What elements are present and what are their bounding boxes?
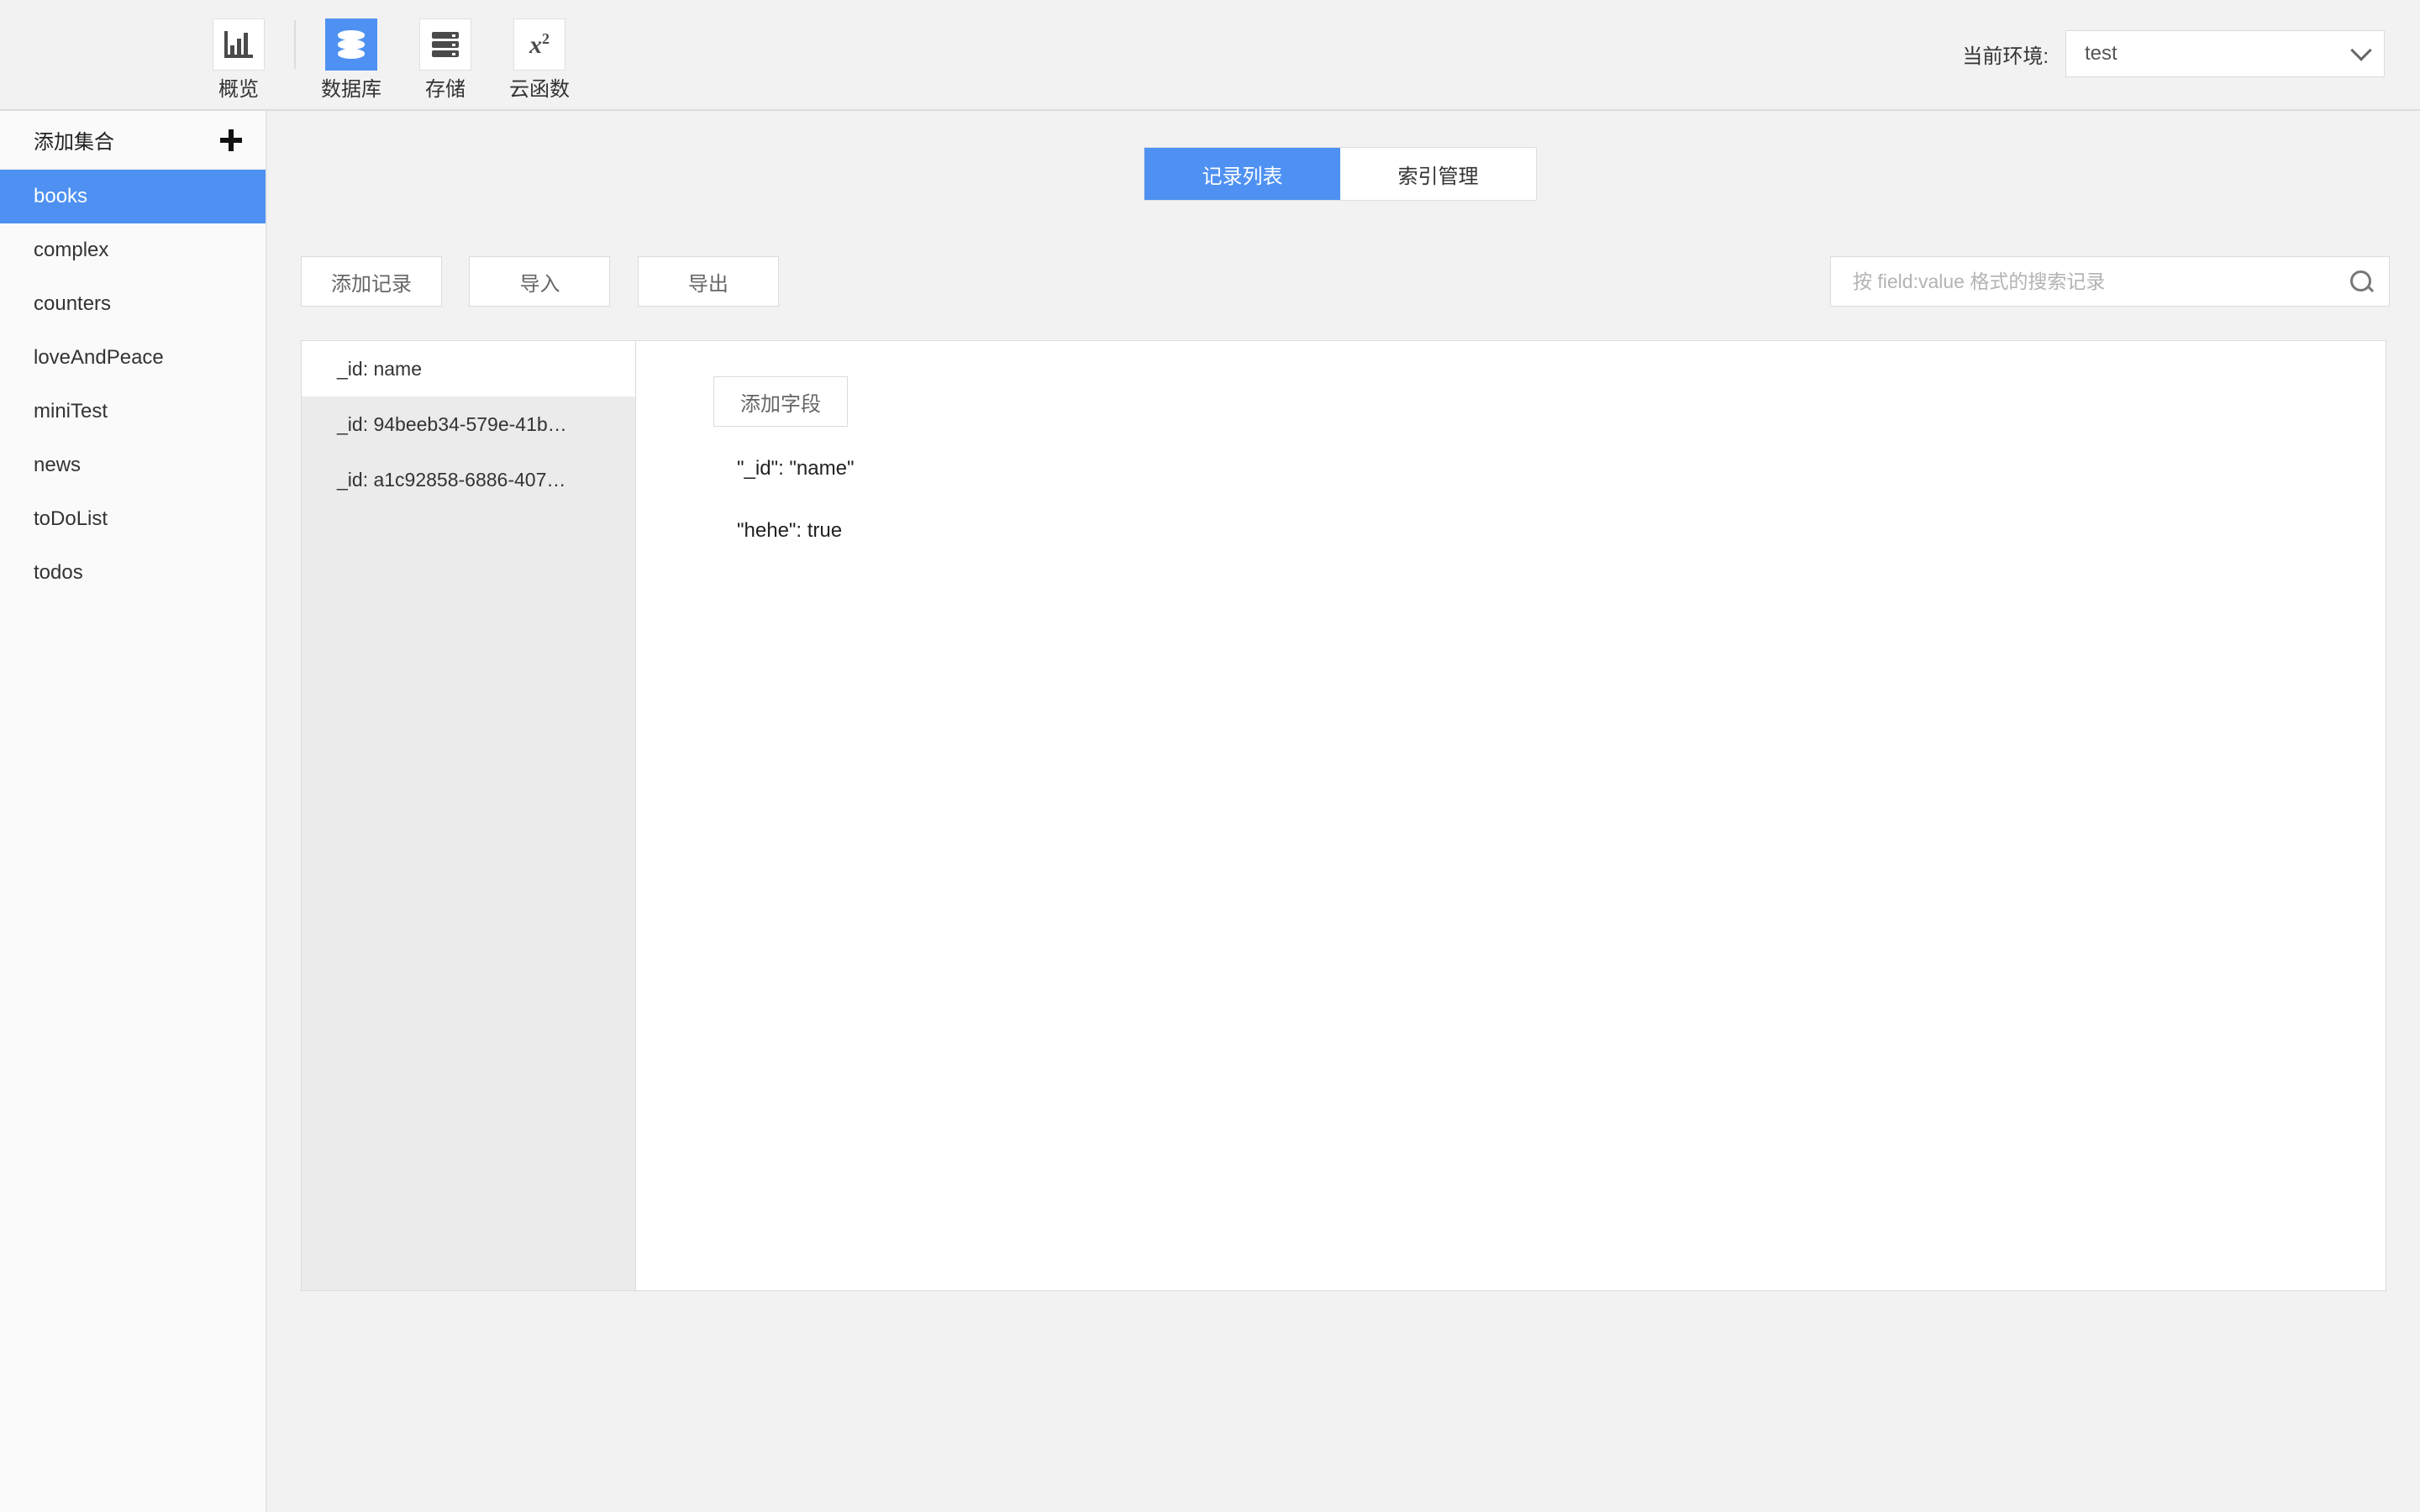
sidebar-item-label: news <box>34 454 82 476</box>
sidebar-item-news[interactable]: news <box>0 438 266 492</box>
record-detail-panel: 添加字段 "_id": "name" "hehe": true <box>636 341 2386 1290</box>
environment-label: 当前环境: <box>1962 45 2049 68</box>
sidebar-item-label: todos <box>34 561 83 584</box>
record-list-item[interactable]: _id: name <box>302 341 635 396</box>
record-id-label: _id: 94beeb34-579e-41b… <box>337 412 567 435</box>
record-list-item[interactable]: _id: 94beeb34-579e-41b… <box>302 396 635 452</box>
collections-sidebar: 添加集合 books complex counters loveAndPeace… <box>0 111 267 1512</box>
search-icon[interactable] <box>2350 270 2372 292</box>
nav-label-database: 数据库 <box>321 78 381 101</box>
environment-selector-group: 当前环境: test <box>1962 30 2385 77</box>
add-field-button[interactable]: 添加字段 <box>713 376 848 427</box>
add-collection-label: 添加集合 <box>34 131 114 154</box>
main-content: 记录列表 索引管理 添加记录 导入 导出 _id: name _id: 94be… <box>269 111 2420 1512</box>
sidebar-item-todolist[interactable]: toDoList <box>0 492 266 546</box>
nav-icon-box-database <box>325 18 377 71</box>
search-box[interactable] <box>1830 256 2390 307</box>
function-x-squared-icon: x2 <box>529 30 550 59</box>
sidebar-item-todos[interactable]: todos <box>0 546 266 600</box>
plus-icon[interactable] <box>220 129 242 151</box>
sidebar-item-label: miniTest <box>34 400 108 423</box>
sidebar-item-counters[interactable]: counters <box>0 277 266 331</box>
nav-label-storage: 存储 <box>425 78 466 101</box>
nav-icon-box-storage <box>419 18 471 71</box>
record-id-label: _id: name <box>337 357 423 380</box>
add-record-button[interactable]: 添加记录 <box>301 256 442 307</box>
record-id-label: _id: a1c92858-6886-407… <box>337 468 566 491</box>
nav-icon-box-cloud-function: x2 <box>513 18 566 71</box>
nav-label-cloud-function: 云函数 <box>509 78 570 101</box>
bar-chart-icon <box>224 31 253 58</box>
chevron-down-icon <box>2350 39 2372 61</box>
sidebar-item-label: books <box>34 185 88 207</box>
nav-item-database[interactable]: 数据库 <box>304 0 398 111</box>
tab-record-list[interactable]: 记录列表 <box>1144 148 1340 200</box>
server-storage-icon <box>432 32 459 57</box>
record-list-item[interactable]: _id: a1c92858-6886-407… <box>302 452 635 507</box>
tab-index-management[interactable]: 索引管理 <box>1340 148 1536 200</box>
import-button[interactable]: 导入 <box>469 256 611 307</box>
nav-icon-box-overview <box>213 18 265 71</box>
sidebar-item-label: loveAndPeace <box>34 346 164 369</box>
records-toolbar: 添加记录 导入 导出 <box>301 256 2390 307</box>
record-list: _id: name _id: 94beeb34-579e-41b… _id: a… <box>302 341 636 1290</box>
sidebar-item-label: counters <box>34 292 112 315</box>
tab-label: 记录列表 <box>1202 165 1283 188</box>
tab-label: 索引管理 <box>1397 165 1479 188</box>
environment-select[interactable]: test <box>2065 30 2385 77</box>
primary-nav: 概览 数据库 存储 x2 云函数 <box>192 0 587 111</box>
record-field-row[interactable]: "hehe": true <box>737 521 2386 541</box>
nav-item-overview[interactable]: 概览 <box>192 0 286 111</box>
nav-item-cloud-function[interactable]: x2 云函数 <box>492 0 587 111</box>
add-collection-row[interactable]: 添加集合 <box>0 111 266 170</box>
nav-divider <box>294 20 296 69</box>
environment-value: test <box>2085 42 2118 65</box>
top-header: 概览 数据库 存储 x2 云函数 当前环境: test <box>0 0 2420 111</box>
sidebar-item-label: complex <box>34 239 109 261</box>
records-panel: _id: name _id: 94beeb34-579e-41b… _id: a… <box>301 340 2386 1291</box>
sidebar-item-label: toDoList <box>34 507 108 530</box>
export-button[interactable]: 导出 <box>637 256 779 307</box>
search-input[interactable] <box>1853 270 2350 293</box>
record-field-row[interactable]: "_id": "name" <box>737 459 2386 479</box>
nav-item-storage[interactable]: 存储 <box>398 0 492 111</box>
view-tabs: 记录列表 索引管理 <box>1144 147 1537 201</box>
database-icon <box>338 30 365 59</box>
sidebar-item-minitest[interactable]: miniTest <box>0 385 266 438</box>
sidebar-item-books[interactable]: books <box>0 170 266 223</box>
nav-label-overview: 概览 <box>218 78 259 101</box>
sidebar-item-complex[interactable]: complex <box>0 223 266 277</box>
record-field-list: "_id": "name" "hehe": true <box>713 459 2386 541</box>
sidebar-item-loveandpeace[interactable]: loveAndPeace <box>0 331 266 385</box>
